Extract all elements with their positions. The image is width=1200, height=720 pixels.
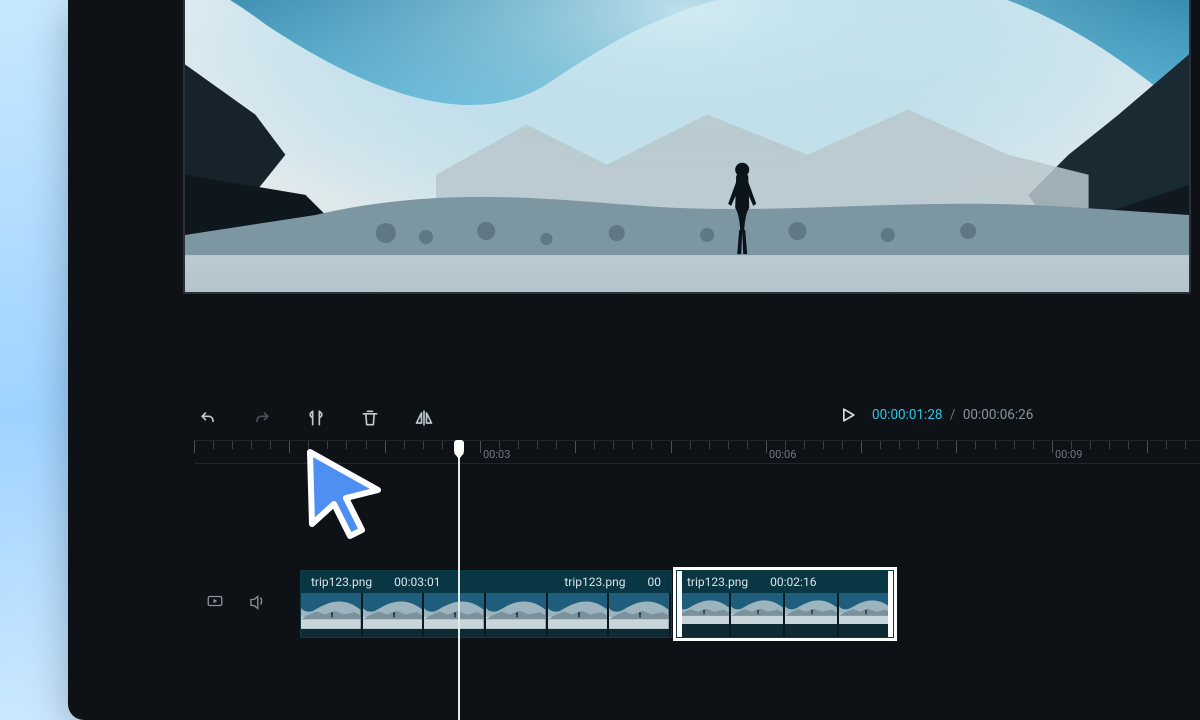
ruler-label: 00:06: [769, 448, 796, 461]
audio-track-icon[interactable]: [248, 592, 266, 614]
timeline-toolbar: [194, 404, 438, 432]
timeline-clip-selected[interactable]: trip123.png 00:02:16: [676, 570, 894, 638]
redo-button[interactable]: [248, 404, 276, 432]
ruler-label: 00:03: [483, 448, 510, 461]
timeline-clip[interactable]: trip123.png 00:03:01 trip123.png 00: [300, 570, 672, 638]
playhead[interactable]: [452, 440, 466, 462]
video-editor-window: 00:00:01:28 / 00:00:06:26 00:03 00:06 00…: [68, 0, 1200, 720]
timecode-total: 00:00:06:26: [963, 407, 1034, 423]
timeline-ruler[interactable]: [194, 440, 1200, 464]
clip-duration: 00:03:01: [394, 575, 440, 589]
timecode-current: 00:00:01:28: [872, 407, 943, 423]
video-track-icon[interactable]: [206, 592, 224, 614]
ruler-label: 00:09: [1055, 448, 1082, 461]
timecode-separator: /: [950, 407, 956, 423]
clip-trim-handle-left[interactable]: [676, 570, 682, 638]
delete-button[interactable]: [356, 404, 384, 432]
track-headers: [206, 592, 266, 614]
undo-button[interactable]: [194, 404, 222, 432]
clip-filename: trip123.png: [564, 575, 625, 589]
mirror-button[interactable]: [410, 404, 438, 432]
clip-filename: trip123.png: [687, 575, 748, 589]
play-button[interactable]: [838, 405, 858, 425]
timecode-readout: 00:00:01:28 / 00:00:06:26: [838, 405, 1033, 425]
video-track-lane[interactable]: trip123.png 00:03:01 trip123.png 00 trip…: [300, 570, 904, 638]
clip-duration: 00:02:16: [770, 575, 816, 589]
clip-filename: trip123.png: [311, 575, 372, 589]
preview-viewport[interactable]: [183, 0, 1191, 294]
split-button[interactable]: [302, 404, 330, 432]
playhead-line: [458, 448, 460, 720]
clip-trim-handle-right[interactable]: [888, 570, 894, 638]
clip-time-partial: 00: [648, 575, 662, 589]
